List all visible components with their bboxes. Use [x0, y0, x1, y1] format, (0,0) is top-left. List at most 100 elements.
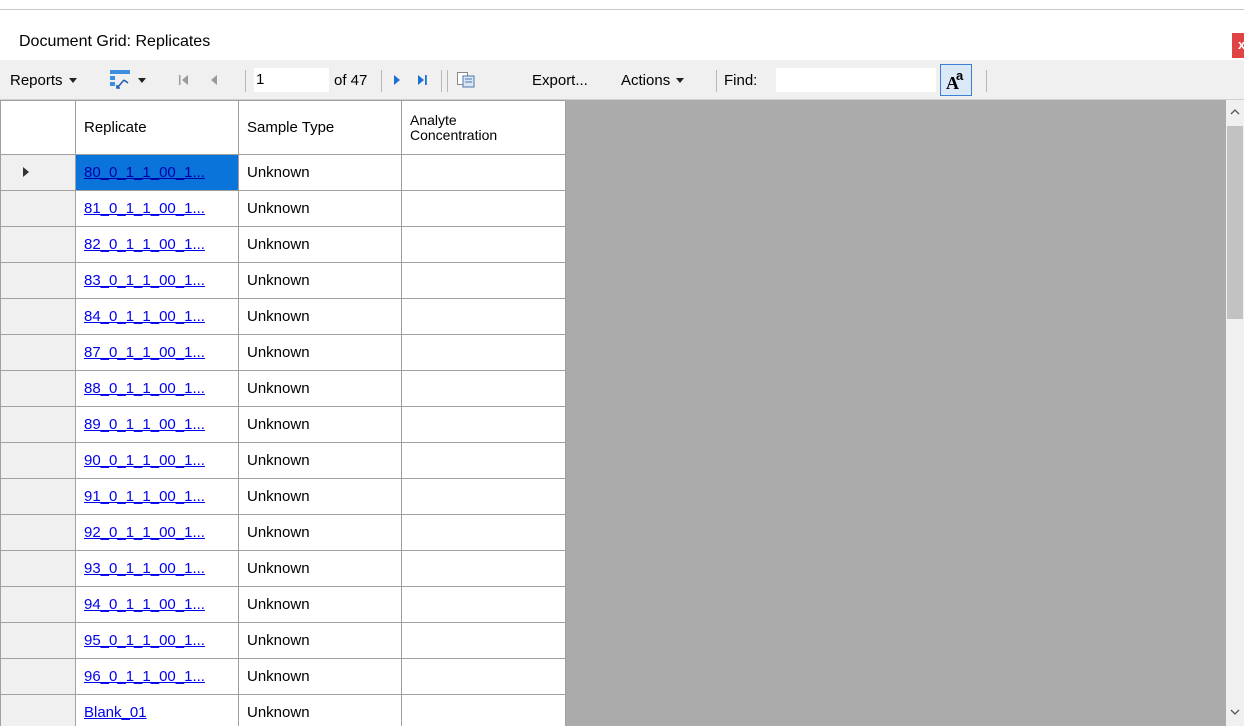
- concentration-cell[interactable]: [401, 298, 566, 335]
- close-button[interactable]: x: [1232, 33, 1244, 58]
- replicate-link[interactable]: 93_0_1_1_00_1...: [84, 560, 205, 577]
- record-position-input[interactable]: [254, 68, 329, 92]
- sample-type-cell[interactable]: Unknown: [238, 478, 402, 515]
- replicate-link[interactable]: 82_0_1_1_00_1...: [84, 236, 205, 253]
- concentration-cell[interactable]: [401, 226, 566, 263]
- replicate-link[interactable]: 87_0_1_1_00_1...: [84, 344, 205, 361]
- replicate-link[interactable]: 92_0_1_1_00_1...: [84, 524, 205, 541]
- row-selector[interactable]: [0, 622, 76, 659]
- vertical-scrollbar[interactable]: [1226, 100, 1244, 726]
- concentration-cell[interactable]: [401, 190, 566, 227]
- export-button[interactable]: Export...: [532, 60, 588, 100]
- table-row[interactable]: 91_0_1_1_00_1... Unknown: [0, 478, 566, 515]
- table-row[interactable]: 92_0_1_1_00_1... Unknown: [0, 514, 566, 551]
- table-row[interactable]: 81_0_1_1_00_1... Unknown: [0, 190, 566, 227]
- layout-dropdown[interactable]: [108, 60, 146, 100]
- last-record-button[interactable]: [414, 60, 430, 100]
- concentration-cell[interactable]: [401, 586, 566, 623]
- sample-type-cell[interactable]: Unknown: [238, 658, 402, 695]
- replicate-cell[interactable]: 89_0_1_1_00_1...: [75, 406, 239, 443]
- replicate-cell[interactable]: 84_0_1_1_00_1...: [75, 298, 239, 335]
- replicate-link[interactable]: 80_0_1_1_00_1...: [84, 164, 205, 181]
- concentration-cell[interactable]: [401, 370, 566, 407]
- sample-type-cell[interactable]: Unknown: [238, 550, 402, 587]
- reports-dropdown[interactable]: Reports: [10, 60, 77, 100]
- replicate-cell[interactable]: 92_0_1_1_00_1...: [75, 514, 239, 551]
- replicate-link[interactable]: 94_0_1_1_00_1...: [84, 596, 205, 613]
- table-row[interactable]: 94_0_1_1_00_1... Unknown: [0, 586, 566, 623]
- table-row[interactable]: 84_0_1_1_00_1... Unknown: [0, 298, 566, 335]
- sample-type-cell[interactable]: Unknown: [238, 586, 402, 623]
- replicate-cell[interactable]: 93_0_1_1_00_1...: [75, 550, 239, 587]
- table-row[interactable]: 80_0_1_1_00_1... Unknown: [0, 154, 566, 191]
- row-selector[interactable]: [0, 298, 76, 335]
- replicate-cell[interactable]: 91_0_1_1_00_1...: [75, 478, 239, 515]
- row-selector[interactable]: [0, 658, 76, 695]
- row-selector[interactable]: [0, 586, 76, 623]
- table-row[interactable]: 88_0_1_1_00_1... Unknown: [0, 370, 566, 407]
- sample-type-cell[interactable]: Unknown: [238, 694, 402, 726]
- concentration-cell[interactable]: [401, 550, 566, 587]
- font-size-button[interactable]: A a: [940, 64, 972, 96]
- column-header-replicate[interactable]: Replicate: [75, 100, 239, 155]
- actions-dropdown[interactable]: Actions: [621, 60, 685, 100]
- replicate-cell[interactable]: Blank_01: [75, 694, 239, 726]
- column-header-sample-type[interactable]: Sample Type: [238, 100, 402, 155]
- replicate-link[interactable]: 91_0_1_1_00_1...: [84, 488, 205, 505]
- replicate-link[interactable]: 84_0_1_1_00_1...: [84, 308, 205, 325]
- table-row[interactable]: 83_0_1_1_00_1... Unknown: [0, 262, 566, 299]
- scroll-down-icon[interactable]: [1230, 708, 1240, 716]
- replicate-link[interactable]: Blank_01: [84, 704, 147, 721]
- concentration-cell[interactable]: [401, 262, 566, 299]
- concentration-cell[interactable]: [401, 658, 566, 695]
- replicate-link[interactable]: 96_0_1_1_00_1...: [84, 668, 205, 685]
- sample-type-cell[interactable]: Unknown: [238, 226, 402, 263]
- sample-type-cell[interactable]: Unknown: [238, 190, 402, 227]
- concentration-cell[interactable]: [401, 478, 566, 515]
- sample-type-cell[interactable]: Unknown: [238, 370, 402, 407]
- row-selector[interactable]: [0, 694, 76, 726]
- concentration-cell[interactable]: [401, 514, 566, 551]
- next-record-button[interactable]: [390, 60, 404, 100]
- replicate-cell[interactable]: 88_0_1_1_00_1...: [75, 370, 239, 407]
- sample-type-cell[interactable]: Unknown: [238, 514, 402, 551]
- row-selector[interactable]: [0, 514, 76, 551]
- first-record-button[interactable]: [176, 60, 192, 100]
- table-row[interactable]: 96_0_1_1_00_1... Unknown: [0, 658, 566, 695]
- scroll-up-icon[interactable]: [1230, 108, 1240, 116]
- concentration-cell[interactable]: [401, 694, 566, 726]
- row-selector[interactable]: [0, 442, 76, 479]
- scrollbar-thumb[interactable]: [1227, 126, 1243, 319]
- sample-type-cell[interactable]: Unknown: [238, 154, 402, 191]
- table-row[interactable]: Blank_01 Unknown: [0, 694, 566, 726]
- concentration-cell[interactable]: [401, 406, 566, 443]
- row-selector[interactable]: [0, 190, 76, 227]
- replicate-cell[interactable]: 80_0_1_1_00_1...: [75, 154, 239, 191]
- table-row[interactable]: 90_0_1_1_00_1... Unknown: [0, 442, 566, 479]
- concentration-cell[interactable]: [401, 442, 566, 479]
- sample-type-cell[interactable]: Unknown: [238, 442, 402, 479]
- table-row[interactable]: 95_0_1_1_00_1... Unknown: [0, 622, 566, 659]
- row-selector[interactable]: [0, 478, 76, 515]
- replicate-link[interactable]: 95_0_1_1_00_1...: [84, 632, 205, 649]
- replicate-cell[interactable]: 82_0_1_1_00_1...: [75, 226, 239, 263]
- copy-button[interactable]: [456, 60, 476, 100]
- previous-record-button[interactable]: [207, 60, 221, 100]
- table-row[interactable]: 93_0_1_1_00_1... Unknown: [0, 550, 566, 587]
- row-selector[interactable]: [0, 154, 76, 191]
- row-selector[interactable]: [0, 262, 76, 299]
- find-input[interactable]: [776, 68, 936, 92]
- replicate-link[interactable]: 88_0_1_1_00_1...: [84, 380, 205, 397]
- sample-type-cell[interactable]: Unknown: [238, 298, 402, 335]
- sample-type-cell[interactable]: Unknown: [238, 334, 402, 371]
- table-row[interactable]: 89_0_1_1_00_1... Unknown: [0, 406, 566, 443]
- table-row[interactable]: 82_0_1_1_00_1... Unknown: [0, 226, 566, 263]
- replicate-cell[interactable]: 96_0_1_1_00_1...: [75, 658, 239, 695]
- replicate-cell[interactable]: 81_0_1_1_00_1...: [75, 190, 239, 227]
- replicate-cell[interactable]: 83_0_1_1_00_1...: [75, 262, 239, 299]
- replicate-cell[interactable]: 87_0_1_1_00_1...: [75, 334, 239, 371]
- row-selector[interactable]: [0, 406, 76, 443]
- row-selector[interactable]: [0, 370, 76, 407]
- row-selector[interactable]: [0, 334, 76, 371]
- replicate-cell[interactable]: 90_0_1_1_00_1...: [75, 442, 239, 479]
